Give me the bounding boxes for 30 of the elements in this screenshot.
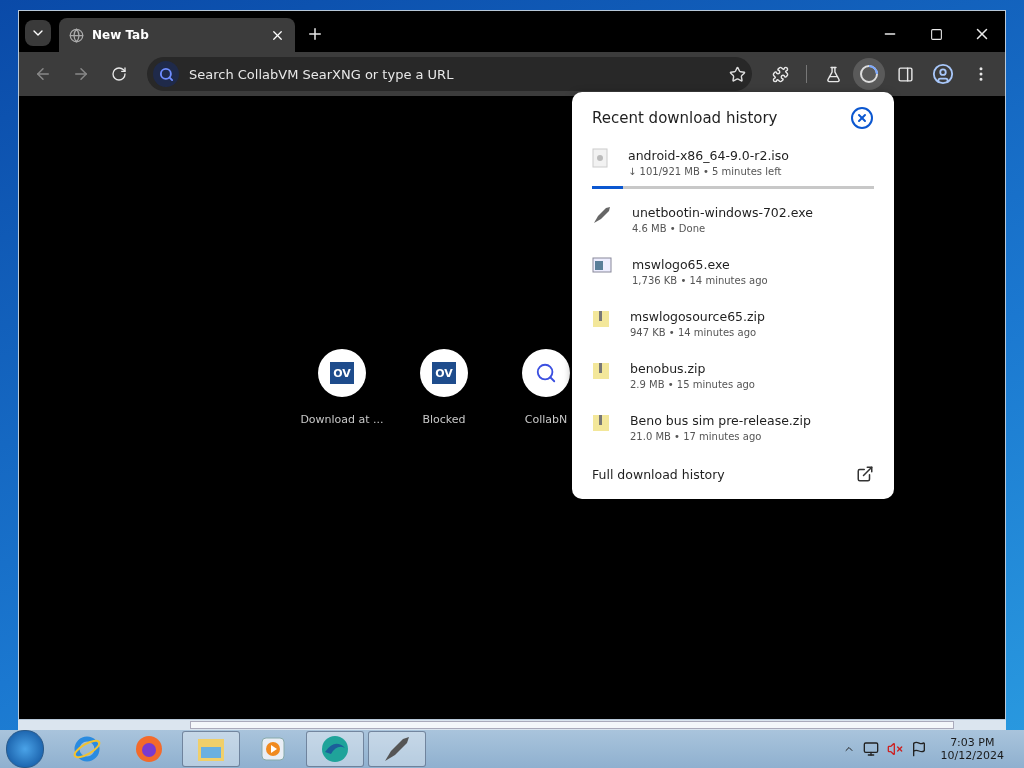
shortcut-tile[interactable]: OV — [318, 349, 366, 397]
browser-tab[interactable]: New Tab — [59, 18, 295, 52]
full-history-link[interactable]: Full download history — [592, 466, 725, 482]
shortcut-label: CollabN — [524, 413, 568, 426]
logo: OV — [330, 362, 354, 384]
file-status: 1,736 KB • 14 minutes ago — [632, 275, 768, 286]
shortcut-label: Blocked — [422, 413, 466, 426]
file-name: benobus.zip — [630, 361, 707, 376]
download-item[interactable]: unetbootin-windows-702.exe 4.6 MB • Done — [592, 199, 874, 239]
download-item[interactable]: benobus.zip 2.9 MB • 15 minutes ago — [592, 355, 874, 395]
download-item[interactable]: Beno bus sim pre-release.zip 21.0 MB • 17 minutes ago — [592, 407, 874, 447]
logo: OV — [432, 362, 456, 384]
file-name: mswlogo65.exe — [632, 257, 731, 272]
file-status: 2.9 MB • 15 minutes ago — [630, 379, 755, 390]
clock[interactable]: 7:03 PM 10/12/2024 — [940, 736, 1004, 762]
download-item[interactable]: mswlogosource65.zip 947 KB • 14 minutes ago — [592, 303, 874, 343]
file-status: 21.0 MB • 17 minutes ago — [630, 431, 763, 442]
shortcut-tile[interactable]: OV — [420, 349, 468, 397]
download-item[interactable]: android-x86_64-9.0-r2.iso ↓ 101/921 MB • 5 minutes left — [592, 142, 874, 182]
file-name: unetbootin-windows-702.exe — [632, 205, 813, 220]
file-name: android-x86_64-9.0-r2.iso — [628, 148, 789, 163]
file-status: ↓ 101/921 MB • 5 minutes left — [628, 166, 783, 177]
file-status: 947 KB • 14 minutes ago — [630, 327, 758, 338]
file-name: mswlogosource65.zip — [630, 309, 765, 324]
panel-title: Recent download history — [592, 109, 778, 127]
address-bar[interactable]: Search CollabVM SearXNG or type a URL — [147, 57, 752, 91]
file-status: 4.6 MB • Done — [632, 223, 707, 234]
download-item[interactable]: mswlogo65.exe 1,736 KB • 14 minutes ago — [592, 251, 874, 291]
file-name: Beno bus sim pre-release.zip — [630, 413, 811, 428]
shortcut-label: Download at ... — [300, 413, 384, 426]
